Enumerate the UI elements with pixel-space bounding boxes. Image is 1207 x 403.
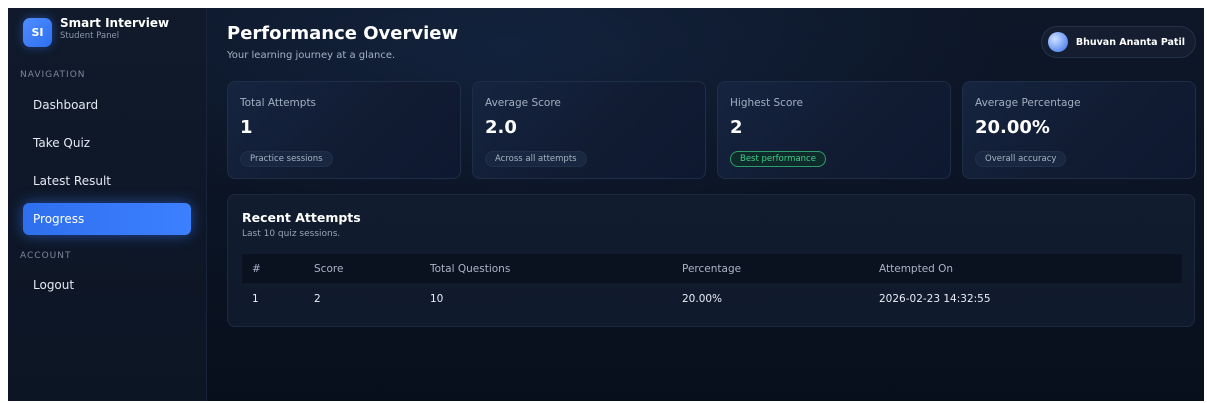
stat-card-total-attempts: Total Attempts 1 Practice sessions	[227, 81, 461, 179]
table-row: 1 2 10 20.00% 2026-02-23 14:32:55	[242, 285, 1182, 312]
stat-tag: Practice sessions	[240, 151, 333, 167]
stat-value: 2	[730, 117, 743, 138]
user-menu[interactable]: Bhuvan Ananta Patil	[1040, 26, 1196, 58]
recent-attempts-subtitle: Last 10 quiz sessions.	[242, 229, 341, 239]
stat-label: Highest Score	[730, 97, 803, 109]
cell-total-questions: 10	[430, 292, 444, 305]
cell-score: 2	[314, 292, 321, 305]
table-header: # Score Total Questions Percentage Attem…	[242, 254, 1182, 283]
sidebar: SI Smart Interview Student Panel NAVIGAT…	[8, 8, 207, 401]
stat-card-average-score: Average Score 2.0 Across all attempts	[472, 81, 706, 179]
nav-section-label: NAVIGATION	[20, 70, 86, 80]
sidebar-item-dashboard[interactable]: Dashboard	[23, 89, 191, 121]
stat-value: 20.00%	[975, 117, 1050, 138]
stat-value: 1	[240, 117, 253, 138]
stat-tag: Across all attempts	[485, 151, 587, 167]
app-window: SI Smart Interview Student Panel NAVIGAT…	[8, 8, 1204, 401]
account-section-label: ACCOUNT	[20, 251, 72, 261]
cell-number: 1	[252, 292, 259, 305]
stat-value: 2.0	[485, 117, 517, 138]
page-title: Performance Overview	[227, 23, 459, 44]
column-header-total-questions: Total Questions	[430, 262, 511, 275]
stat-label: Total Attempts	[240, 97, 317, 109]
cell-attempted-on: 2026-02-23 14:32:55	[879, 292, 991, 305]
avatar	[1047, 32, 1068, 52]
brand-subtitle: Student Panel	[60, 31, 120, 42]
column-header-score: Score	[314, 262, 344, 275]
stat-label: Average Percentage	[975, 97, 1081, 109]
brand-name: Smart Interview	[60, 16, 170, 31]
stat-tag: Overall accuracy	[975, 151, 1067, 167]
stat-card-average-percentage: Average Percentage 20.00% Overall accura…	[962, 81, 1196, 179]
brand[interactable]: SI Smart Interview Student Panel	[23, 16, 170, 47]
sidebar-item-take-quiz[interactable]: Take Quiz	[23, 127, 191, 159]
column-header-number: #	[252, 262, 261, 275]
page-subtitle: Your learning journey at a glance.	[227, 50, 396, 61]
stat-card-highest-score: Highest Score 2 Best performance	[717, 81, 951, 179]
user-name: Bhuvan Ananta Patil	[1075, 36, 1185, 48]
brand-logo: SI	[23, 18, 52, 47]
column-header-attempted-on: Attempted On	[879, 262, 954, 275]
main-content: Performance Overview Your learning journ…	[207, 8, 1204, 401]
stat-label: Average Score	[485, 97, 561, 109]
stat-tag-success: Best performance	[730, 151, 826, 167]
sidebar-item-latest-result[interactable]: Latest Result	[23, 165, 191, 197]
sidebar-item-progress[interactable]: Progress	[23, 203, 191, 235]
cell-percentage: 20.00%	[682, 292, 723, 305]
column-header-percentage: Percentage	[682, 262, 742, 275]
recent-attempts-title: Recent Attempts	[242, 210, 361, 225]
sidebar-item-logout[interactable]: Logout	[23, 269, 191, 301]
recent-attempts-card: Recent Attempts Last 10 quiz sessions. #…	[227, 194, 1195, 327]
